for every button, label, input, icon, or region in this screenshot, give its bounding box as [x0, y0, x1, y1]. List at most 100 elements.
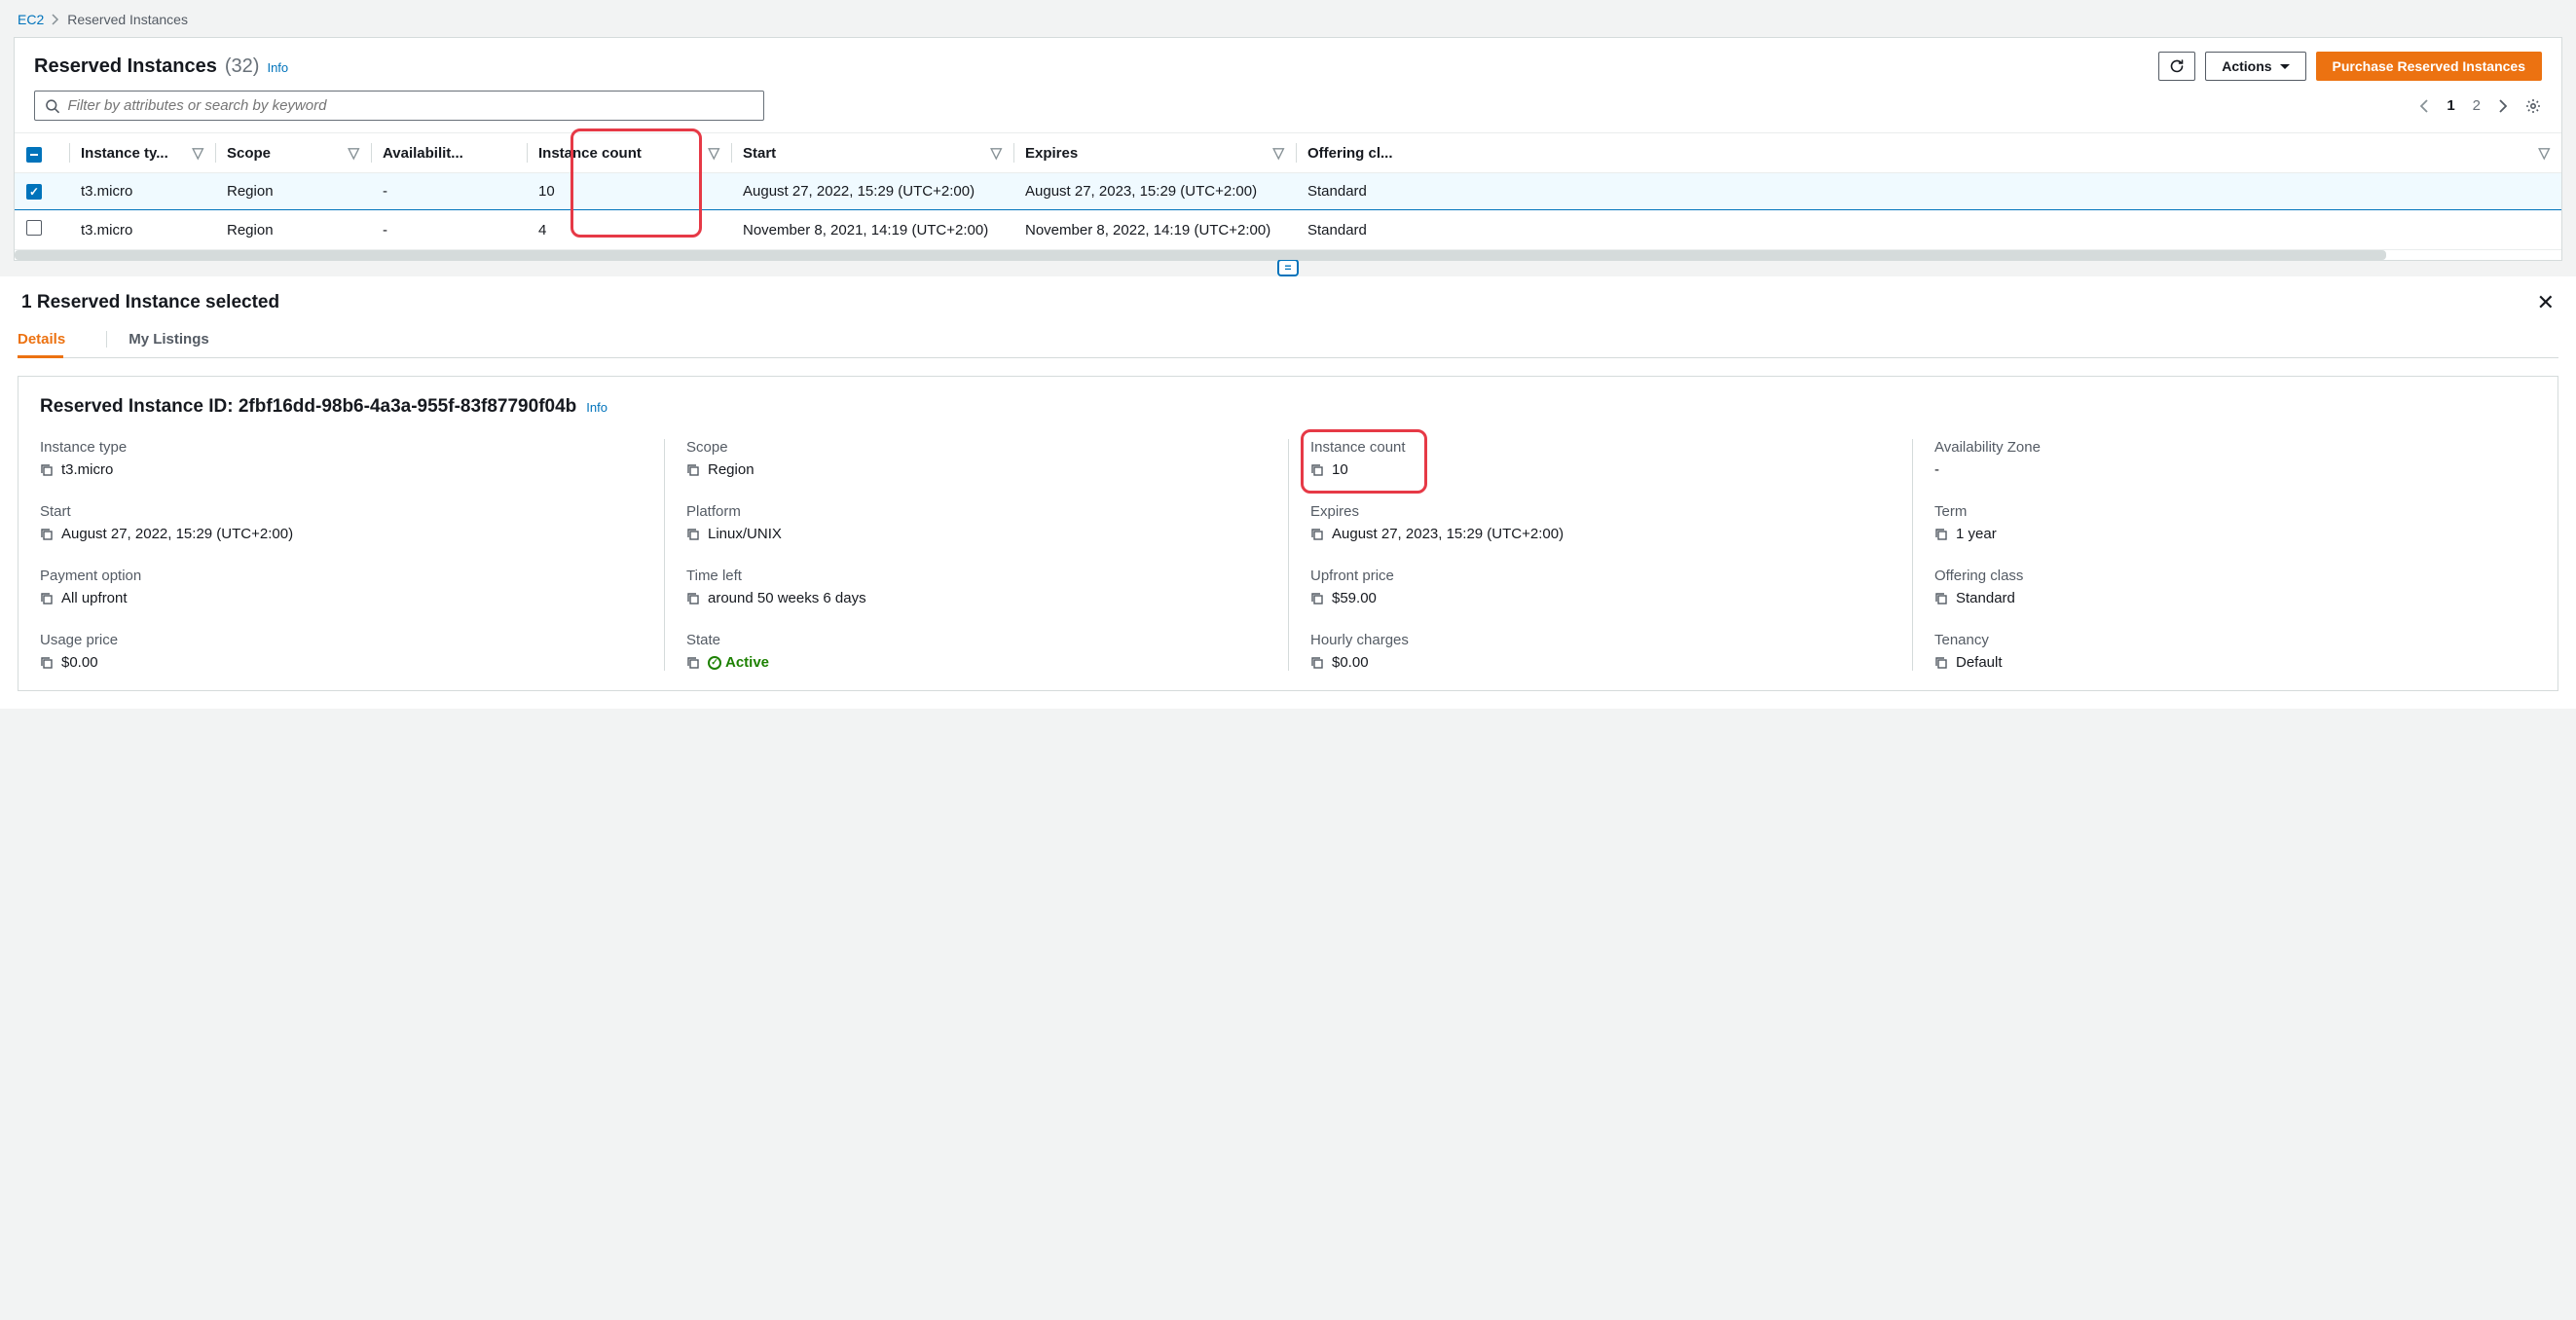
- chevron-right-icon: [52, 14, 59, 25]
- copy-icon[interactable]: [40, 592, 54, 605]
- tab-details[interactable]: Details: [18, 321, 85, 357]
- col-scope[interactable]: Scope: [227, 145, 271, 162]
- copy-icon[interactable]: [40, 528, 54, 541]
- sort-icon[interactable]: ▽: [1272, 144, 1284, 162]
- row-checkbox[interactable]: [26, 184, 42, 200]
- field-label: Term: [1934, 503, 2515, 520]
- refresh-button[interactable]: [2158, 52, 2195, 81]
- search-input[interactable]: [67, 97, 754, 114]
- col-start[interactable]: Start: [743, 145, 776, 162]
- field-label: Hourly charges: [1310, 632, 1891, 648]
- field-label: Usage price: [40, 632, 643, 648]
- breadcrumb-root[interactable]: EC2: [18, 12, 44, 27]
- table-row[interactable]: t3.micro Region - 4 November 8, 2021, 14…: [15, 210, 2561, 250]
- search-icon: [45, 98, 59, 114]
- page-next[interactable]: [2498, 99, 2507, 113]
- field-label: Start: [40, 503, 643, 520]
- sort-icon[interactable]: ▽: [192, 144, 203, 162]
- field-value: August 27, 2022, 15:29 (UTC+2:00): [61, 526, 293, 542]
- horizontal-scrollbar[interactable]: [15, 250, 2386, 260]
- detail-panel: 1 Reserved Instance selected ✕ Details M…: [0, 276, 2576, 709]
- col-az[interactable]: Availabilit...: [383, 145, 463, 162]
- gear-icon: [2524, 97, 2542, 115]
- refresh-icon: [2169, 58, 2185, 74]
- actions-button[interactable]: Actions: [2205, 52, 2305, 81]
- info-link[interactable]: Info: [586, 400, 607, 415]
- cell-offering: Standard: [1296, 210, 2561, 250]
- cell-expires: August 27, 2023, 15:29 (UTC+2:00): [1013, 173, 1296, 210]
- reserved-instances-table: Instance ty... ▽ Scope ▽ Availabilit... In…: [15, 132, 2561, 250]
- caret-down-icon: [2280, 64, 2290, 69]
- cell-count: 10: [527, 173, 731, 210]
- field-label: Time left: [686, 568, 1267, 584]
- copy-icon[interactable]: [1310, 528, 1324, 541]
- col-instance-type[interactable]: Instance ty...: [81, 145, 168, 162]
- sort-icon[interactable]: ▽: [2538, 144, 2550, 162]
- cell-expires: November 8, 2022, 14:19 (UTC+2:00): [1013, 210, 1296, 250]
- copy-icon[interactable]: [686, 463, 700, 477]
- cell-start: August 27, 2022, 15:29 (UTC+2:00): [731, 173, 1013, 210]
- cell-az: -: [371, 173, 527, 210]
- table-row[interactable]: t3.micro Region - 10 August 27, 2022, 15…: [15, 173, 2561, 210]
- copy-icon[interactable]: [686, 656, 700, 670]
- copy-icon[interactable]: [1934, 592, 1948, 605]
- tab-my-listings[interactable]: My Listings: [129, 321, 229, 357]
- state-badge: ✓Active: [708, 654, 769, 671]
- col-count[interactable]: Instance count: [538, 145, 642, 162]
- field-label: Instance count: [1310, 439, 1891, 456]
- close-button[interactable]: ✕: [2537, 290, 2555, 315]
- cell-scope: Region: [215, 210, 371, 250]
- pager: 1 2: [2420, 97, 2542, 115]
- field-label: Payment option: [40, 568, 643, 584]
- page-title-count: (32): [225, 55, 260, 78]
- field-label: Upfront price: [1310, 568, 1891, 584]
- copy-icon[interactable]: [40, 463, 54, 477]
- field-label: Instance type: [40, 439, 643, 456]
- col-offering[interactable]: Offering cl...: [1307, 145, 1393, 162]
- field-value: Linux/UNIX: [708, 526, 782, 542]
- field-label: Availability Zone: [1934, 439, 2515, 456]
- copy-icon[interactable]: [686, 528, 700, 541]
- breadcrumb-current: Reserved Instances: [67, 12, 188, 27]
- sort-icon[interactable]: ▽: [708, 144, 719, 162]
- cell-instance-type: t3.micro: [69, 173, 215, 210]
- field-value: Standard: [1956, 590, 2015, 606]
- sort-icon[interactable]: ▽: [990, 144, 1002, 162]
- copy-icon[interactable]: [1310, 592, 1324, 605]
- cell-instance-type: t3.micro: [69, 210, 215, 250]
- settings-button[interactable]: [2524, 97, 2542, 115]
- copy-icon[interactable]: [1934, 528, 1948, 541]
- copy-icon[interactable]: [1310, 656, 1324, 670]
- field-label: Tenancy: [1934, 632, 2515, 648]
- detail-id-heading: Reserved Instance ID: 2fbf16dd-98b6-4a3a…: [40, 396, 576, 418]
- purchase-button[interactable]: Purchase Reserved Instances: [2316, 52, 2542, 81]
- select-all-header[interactable]: [15, 133, 69, 173]
- row-checkbox[interactable]: [26, 220, 42, 236]
- field-value: $0.00: [61, 654, 98, 671]
- field-value: 1 year: [1956, 526, 1997, 542]
- copy-icon[interactable]: [40, 656, 54, 670]
- page-prev[interactable]: [2420, 99, 2429, 113]
- detail-grid: Instance type t3.micro Start August 27, …: [40, 439, 2536, 671]
- detail-tabs: Details My Listings: [18, 321, 2558, 358]
- split-panel-handle[interactable]: =: [1277, 259, 1299, 276]
- sort-icon[interactable]: ▽: [348, 144, 359, 162]
- checkbox-indeterminate-icon[interactable]: [26, 147, 42, 163]
- copy-icon[interactable]: [1310, 463, 1324, 477]
- page-1[interactable]: 1: [2447, 97, 2454, 114]
- field-value: 10: [1332, 461, 1348, 478]
- copy-icon[interactable]: [686, 592, 700, 605]
- search-box[interactable]: [34, 91, 764, 121]
- field-label: Offering class: [1934, 568, 2515, 584]
- cell-scope: Region: [215, 173, 371, 210]
- col-expires[interactable]: Expires: [1025, 145, 1078, 162]
- copy-icon[interactable]: [1934, 656, 1948, 670]
- page-2[interactable]: 2: [2473, 97, 2481, 114]
- cell-az: -: [371, 210, 527, 250]
- field-value: August 27, 2023, 15:29 (UTC+2:00): [1332, 526, 1564, 542]
- field-value: t3.micro: [61, 461, 113, 478]
- field-value: $0.00: [1332, 654, 1369, 671]
- cell-count: 4: [527, 210, 731, 250]
- field-label: Scope: [686, 439, 1267, 456]
- info-link[interactable]: Info: [267, 60, 288, 75]
